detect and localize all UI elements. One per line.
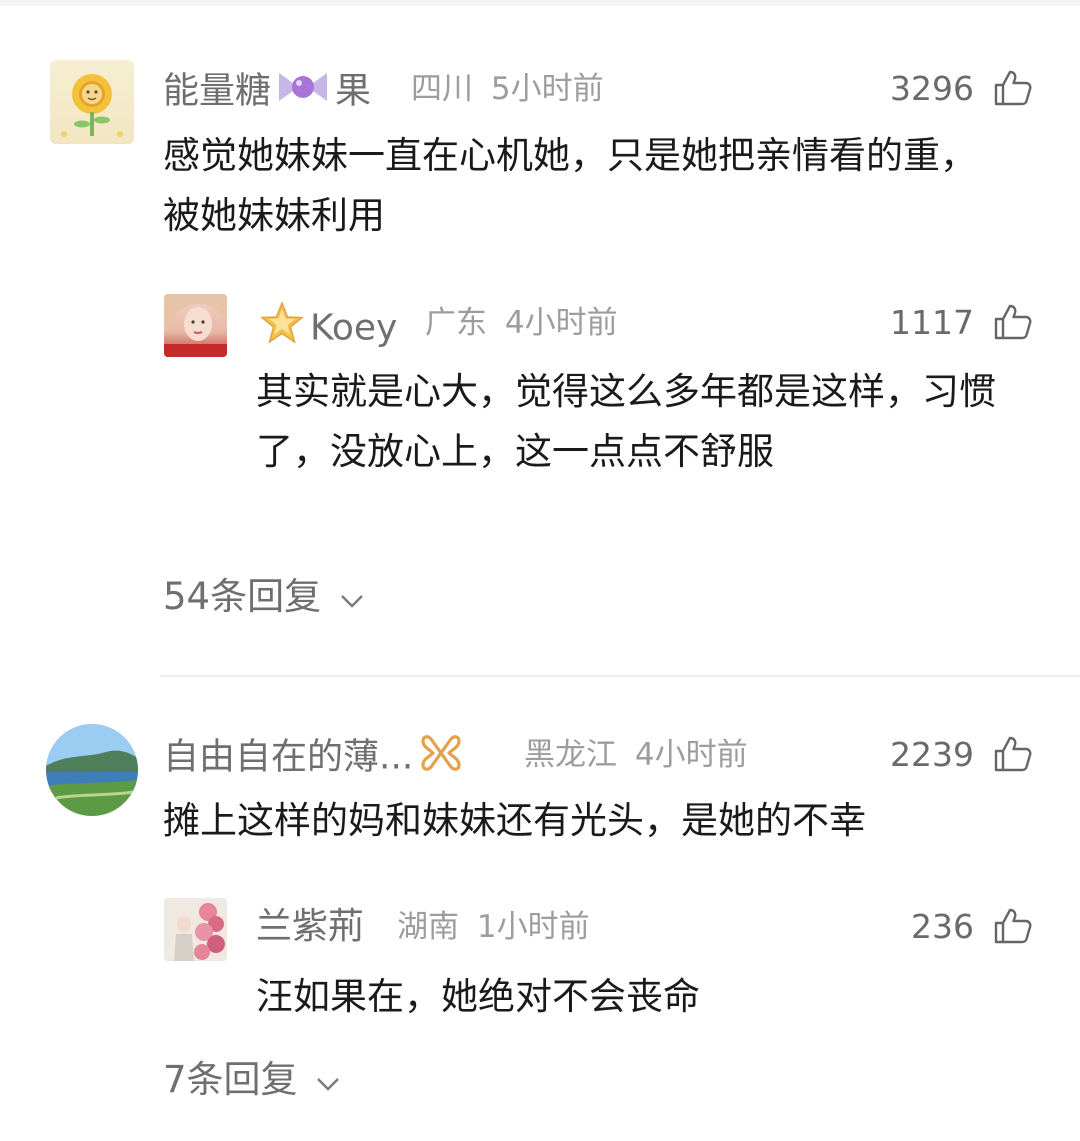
- reply-username[interactable]: 兰紫荊: [256, 905, 364, 949]
- avatar[interactable]: [164, 898, 227, 961]
- comment-meta: 四川 5小时前: [411, 67, 604, 111]
- location: 四川: [411, 71, 473, 107]
- comment-username[interactable]: 自由自在的薄...: [163, 733, 463, 784]
- like-count: 3296: [890, 69, 974, 108]
- comment-thread: 能量糖 果 四川 5小时前 3296 感觉她妹妹一直在心机她，只是她把亲情看的重…: [0, 0, 1080, 1141]
- thumbs-up-icon[interactable]: [994, 304, 1032, 340]
- reply-meta: 湖南 1小时前: [397, 905, 590, 949]
- replies-label[interactable]: 7条回复: [163, 1058, 298, 1101]
- thumbs-up-icon[interactable]: [994, 70, 1032, 106]
- comment-text: 摊上这样的妈和妹妹还有光头，是她的不幸: [163, 799, 866, 842]
- timestamp: 4小时前: [634, 737, 748, 773]
- username-text[interactable]: 自由自在的薄...: [163, 737, 413, 778]
- flowers-icon: [164, 898, 227, 961]
- view-replies-button[interactable]: 54条回复: [163, 572, 365, 624]
- chevron-down-icon: [339, 574, 365, 624]
- avatar[interactable]: [164, 294, 227, 357]
- like-count: 1117: [890, 303, 974, 342]
- comment-username[interactable]: 能量糖 果: [163, 67, 371, 118]
- chevron-down-icon: [315, 1057, 341, 1107]
- vip-ribbon-icon: [419, 733, 463, 784]
- location: 黑龙江: [524, 737, 617, 773]
- sunflower-icon: [61, 74, 123, 137]
- username-suffix[interactable]: 果: [335, 71, 371, 112]
- username-text[interactable]: 能量糖: [163, 71, 271, 112]
- comment-meta: 黑龙江 4小时前: [524, 733, 748, 777]
- like-count: 236: [911, 907, 974, 946]
- reply-text: 其实就是心大，觉得这么多年都是这样，习惯了，没放心上，这一点点不舒服: [256, 370, 996, 473]
- like-count: 2239: [890, 735, 974, 774]
- avatar[interactable]: [50, 60, 134, 144]
- timestamp: 5小时前: [490, 71, 604, 107]
- replies-label[interactable]: 54条回复: [163, 575, 321, 618]
- location: 广东: [425, 305, 487, 341]
- candy-icon: [273, 67, 333, 118]
- divider: [160, 675, 1080, 677]
- timestamp: 4小时前: [504, 305, 618, 341]
- location: 湖南: [397, 909, 459, 945]
- view-replies-button[interactable]: 7条回复: [163, 1055, 341, 1107]
- girl-portrait-icon: [164, 294, 227, 357]
- star-badge-icon: [258, 300, 306, 359]
- landscape-icon: [46, 724, 138, 816]
- timestamp: 1小时前: [476, 909, 590, 945]
- username-text[interactable]: Koey: [310, 308, 397, 349]
- thumbs-up-icon[interactable]: [994, 736, 1032, 772]
- top-border: [0, 0, 1080, 6]
- thumbs-up-icon[interactable]: [994, 908, 1032, 944]
- avatar[interactable]: [46, 724, 138, 816]
- reply-meta: 广东 4小时前: [425, 301, 618, 345]
- reply-text: 汪如果在，她绝对不会丧命: [256, 975, 700, 1018]
- comment-text: 感觉她妹妹一直在心机她，只是她把亲情看的重，被她妹妹利用: [163, 134, 977, 237]
- reply-username[interactable]: Koey: [258, 300, 397, 359]
